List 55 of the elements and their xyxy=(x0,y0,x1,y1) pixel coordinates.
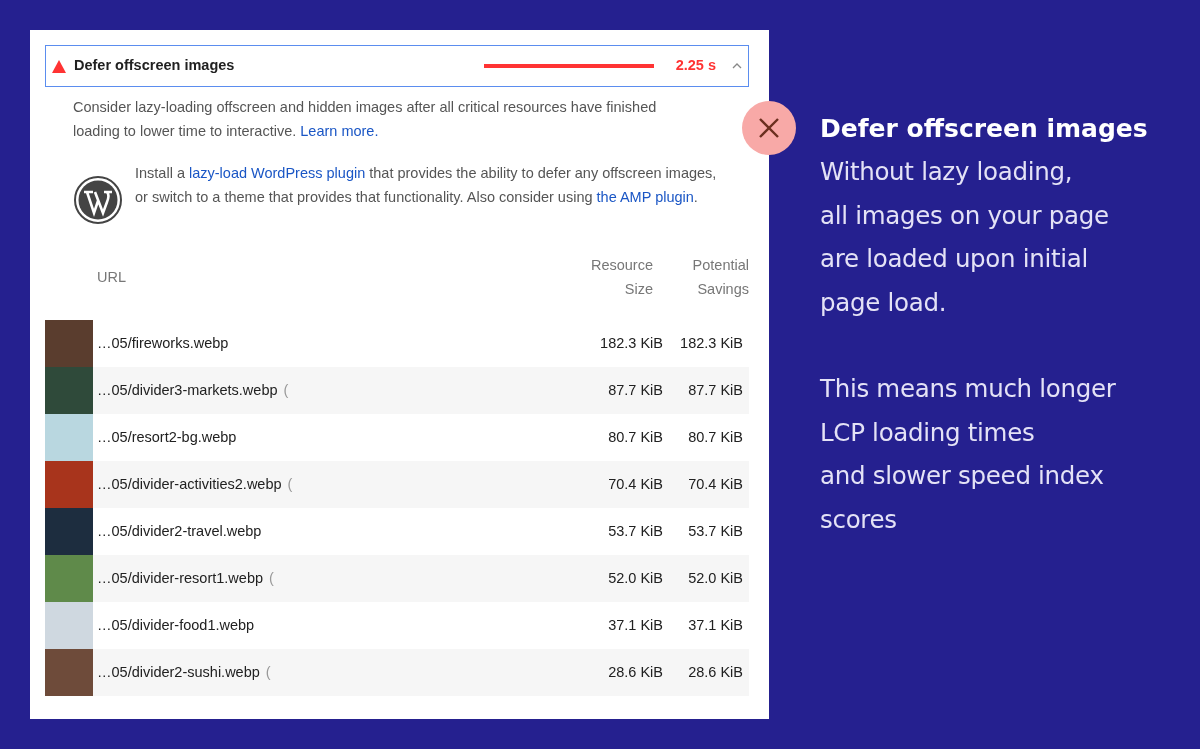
potential-savings: 28.6 KiB xyxy=(687,662,743,682)
stack-pack-text: Install a lazy-load WordPress plugin that provides the ability to defer any offscreen images, or switch to a theme that provides that functionality. Also consider using the AMP plugin. xyxy=(135,164,718,207)
url-text: …05/divider3-markets.webp xyxy=(97,380,278,400)
potential-savings: 87.7 KiB xyxy=(687,380,743,400)
image-thumbnail xyxy=(45,649,93,696)
potential-savings: 70.4 KiB xyxy=(687,474,743,494)
potential-savings: 53.7 KiB xyxy=(687,521,743,541)
callout-title: Defer offscreen images xyxy=(820,113,1148,145)
url-text: …05/divider-food1.webp xyxy=(97,615,255,635)
potential-savings: 52.0 KiB xyxy=(687,568,743,588)
url-text: …05/divider-resort1.webp xyxy=(97,568,264,588)
resource-size: 87.7 KiB xyxy=(607,380,663,400)
resource-size: 182.3 KiB xyxy=(599,333,663,353)
potential-savings: 37.1 KiB xyxy=(687,615,743,635)
resource-size: 80.7 KiB xyxy=(607,427,663,447)
plugin-link[interactable]: lazy-load WordPress plugin xyxy=(189,165,366,181)
callout-paragraph: This means much longer LCP loading times and slower speed index scores xyxy=(820,373,1117,536)
plugin-link[interactable]: the AMP plugin xyxy=(596,189,694,205)
image-thumbnail xyxy=(45,414,93,461)
close-icon xyxy=(757,116,781,140)
resource-size: 53.7 KiB xyxy=(607,521,663,541)
audit-description: Consider lazy-loading offscreen and hidden images after all critical resources have finished loading to lower time to interactive. Learn more. xyxy=(73,98,658,141)
image-thumbnail xyxy=(45,320,93,367)
callout-paragraph: Without lazy loading, all images on your page are loaded upon initial page load. xyxy=(820,156,1110,319)
chevron-up-icon[interactable] xyxy=(732,63,742,69)
url-note: ( xyxy=(269,568,274,588)
url-text: …05/divider-activities2.webp xyxy=(97,474,282,494)
image-thumbnail xyxy=(45,367,93,414)
resource-size: 70.4 KiB xyxy=(607,474,663,494)
resource-size: 52.0 KiB xyxy=(607,568,663,588)
image-thumbnail xyxy=(45,508,93,555)
url-note: ( xyxy=(265,662,271,682)
warning-triangle-icon xyxy=(52,59,66,73)
image-thumbnail xyxy=(45,555,93,602)
potential-savings: 80.7 KiB xyxy=(687,427,743,447)
url-note: ( xyxy=(283,380,289,400)
resource-size: 37.1 KiB xyxy=(607,615,663,635)
learn-more-link[interactable]: Learn more. xyxy=(300,123,379,139)
image-thumbnail xyxy=(45,461,93,508)
close-button[interactable] xyxy=(742,101,796,155)
column-header: URL xyxy=(96,268,127,287)
resource-size: 28.6 KiB xyxy=(607,662,663,682)
column-header: Potential Savings xyxy=(691,256,749,299)
url-text: …05/divider2-sushi.webp xyxy=(97,662,260,682)
url-note: ( xyxy=(287,474,293,494)
url-text: …05/fireworks.webp xyxy=(97,333,229,353)
wordpress-logo-icon xyxy=(73,175,123,225)
url-text: …05/resort2-bg.webp xyxy=(97,427,237,447)
url-text: …05/divider2-travel.webp xyxy=(97,521,262,541)
potential-savings: 182.3 KiB xyxy=(679,333,743,353)
savings-value: 2.25 s xyxy=(675,56,716,76)
column-header: Resource Size xyxy=(589,256,653,299)
audit-header[interactable]: Defer offscreen images 2.25 s xyxy=(45,45,749,87)
image-thumbnail xyxy=(45,602,93,649)
audit-title: Defer offscreen images xyxy=(74,56,236,76)
